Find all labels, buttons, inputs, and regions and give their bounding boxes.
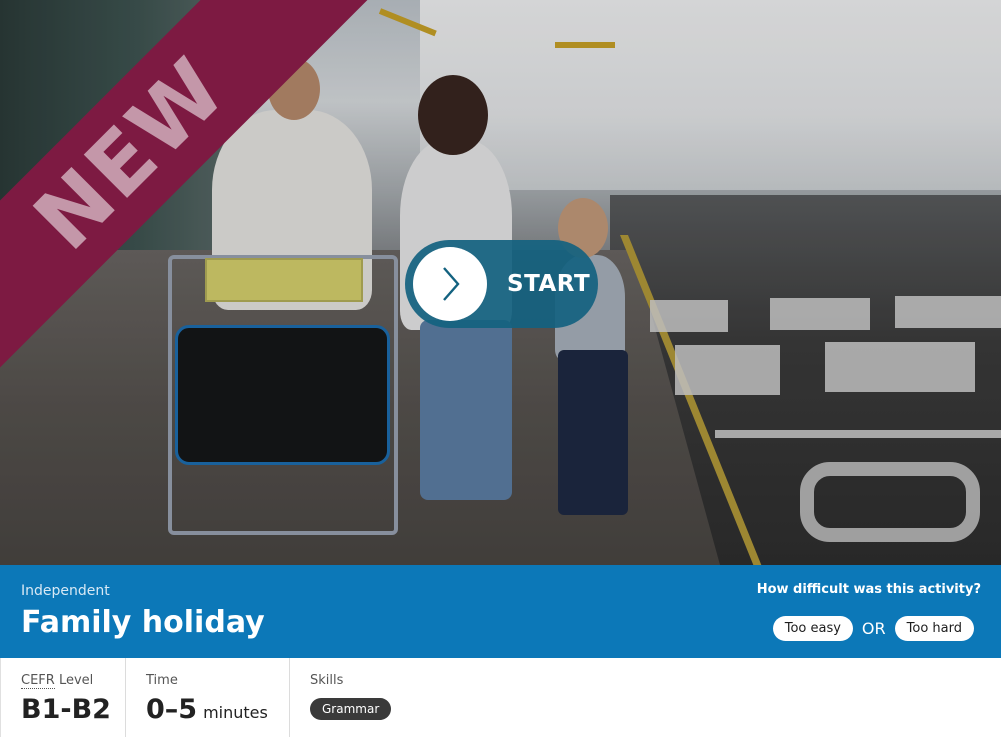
cefr-level-value: B1-B2 (21, 694, 111, 725)
chevron-right-icon (443, 267, 460, 301)
cefr-abbr: CEFR (21, 673, 55, 689)
activity-header-bar: Independent Family holiday How difficult… (0, 565, 1001, 658)
too-hard-button[interactable]: Too hard (894, 616, 974, 641)
cefr-level-cell: CEFR Level B1-B2 (1, 658, 126, 737)
start-circle (413, 247, 487, 321)
cefr-label-suffix: Level (54, 673, 94, 688)
time-label: Time (146, 673, 178, 688)
difficulty-feedback: Too easy OR Too hard (772, 616, 974, 641)
skills-cell: Skills Grammar (290, 658, 440, 737)
skill-tag-grammar: Grammar (310, 698, 392, 720)
start-label: START (507, 271, 591, 297)
or-label: OR (861, 619, 886, 638)
difficulty-question: How difficult was this activity? (756, 582, 981, 597)
start-button[interactable]: START (405, 240, 598, 328)
time-unit: minutes (203, 703, 268, 722)
too-easy-button[interactable]: Too easy (772, 616, 853, 641)
activity-title: Family holiday (21, 605, 265, 640)
cefr-level-label: CEFR Level (21, 673, 125, 689)
time-cell: Time 0–5 minutes (126, 658, 290, 737)
time-value-wrap: 0–5 minutes (146, 694, 289, 725)
skills-label: Skills (310, 673, 344, 688)
time-value: 0–5 (146, 694, 198, 725)
activity-type: Independent (21, 583, 110, 599)
activity-details: CEFR Level B1-B2 Time 0–5 minutes Skills … (0, 658, 1001, 737)
